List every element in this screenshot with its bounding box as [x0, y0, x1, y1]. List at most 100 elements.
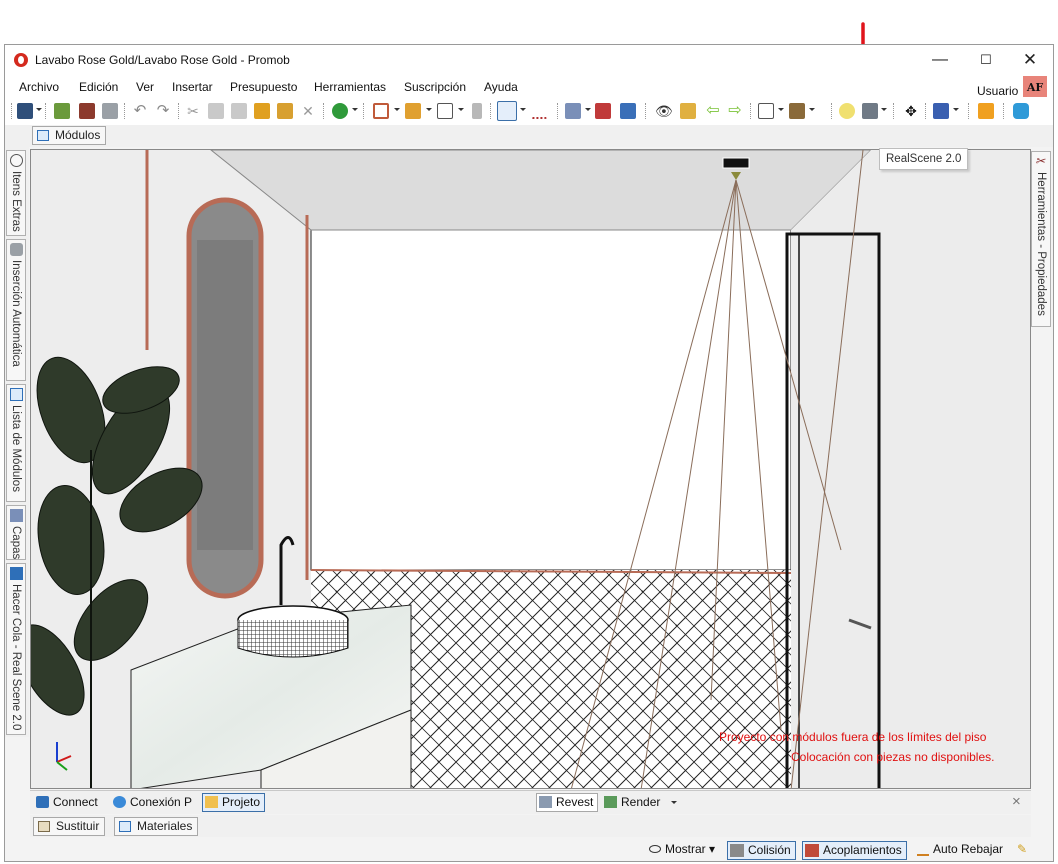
render-dropdown-arrow[interactable] [671, 801, 677, 804]
eye-icon[interactable]: 👁 [655, 103, 673, 119]
status-bar: Mostrar ▾ Colisión Acoplamientos Auto Re… [5, 837, 1053, 861]
tab-herramientas-propiedades[interactable]: ✂ Herramientas - Propiedades [1031, 151, 1051, 327]
view-icon[interactable] [758, 103, 774, 119]
replace-icon [38, 821, 50, 832]
layers-dropdown-arrow[interactable] [585, 108, 591, 111]
print-icon[interactable] [102, 103, 118, 119]
dimension-icon[interactable] [595, 103, 611, 119]
3d-viewport[interactable]: Proyecto con módulos fuera de los límite… [30, 149, 1031, 789]
menu-edicion[interactable]: Edición [79, 80, 118, 94]
toolbar-separator [124, 103, 125, 119]
menu-ayuda[interactable]: Ayuda [484, 80, 518, 94]
palette-icon[interactable] [933, 103, 949, 119]
mostrar-button[interactable]: Mostrar ▾ [649, 841, 715, 860]
menu-presupuesto[interactable]: Presupuesto [230, 80, 297, 94]
redo-icon[interactable]: ↷ [155, 103, 171, 119]
tab-revest[interactable]: Revest [536, 793, 599, 812]
module-list-icon [10, 388, 23, 401]
rotate-icon[interactable] [680, 103, 696, 119]
pencil-icon[interactable]: ✎ [1017, 841, 1027, 860]
avatar[interactable]: AF [1023, 76, 1047, 99]
tab-projeto-label: Projeto [222, 795, 261, 809]
layers-icon[interactable] [565, 103, 581, 119]
save-icon[interactable] [17, 103, 33, 119]
right-dock-rail: ✂ Herramientas - Propiedades [1031, 147, 1053, 397]
shape-icon[interactable] [437, 103, 453, 119]
copy-icon[interactable] [208, 103, 224, 119]
colision-toggle[interactable]: Colisión [727, 841, 796, 860]
realscene-camera-icon[interactable] [862, 103, 878, 119]
promob-logo-icon [14, 53, 28, 67]
undo-icon[interactable]: ↶ [132, 103, 148, 119]
box-icon[interactable] [789, 103, 805, 119]
tab-lista-de-modulos[interactable]: Lista de Módulos [6, 384, 26, 502]
panel-icon[interactable] [472, 103, 482, 119]
box-dropdown-arrow[interactable] [809, 108, 815, 111]
delete-icon[interactable]: ✕ [300, 103, 316, 119]
module-dropdown-arrow[interactable] [394, 108, 400, 111]
close-button[interactable]: ✕ [1007, 45, 1053, 75]
hammer-icon[interactable] [254, 103, 270, 119]
move-icon[interactable]: ✥ [903, 103, 919, 119]
tab-conexion[interactable]: Conexión P [113, 795, 192, 809]
shape-dropdown-arrow[interactable] [458, 108, 464, 111]
collision-icon [730, 844, 744, 857]
render-icon [604, 796, 617, 808]
select-dropdown-arrow[interactable] [520, 108, 526, 111]
menu-insertar[interactable]: Insertar [172, 80, 213, 94]
tab-connect[interactable]: Connect [36, 795, 98, 809]
align-dropdown-arrow[interactable] [426, 108, 432, 111]
save-dropdown-arrow[interactable] [36, 108, 42, 111]
toolbar-separator [831, 103, 832, 119]
tab-sustituir[interactable]: Sustituir [33, 817, 106, 836]
paint-roller-icon[interactable] [277, 103, 293, 119]
tab-lista-de-modulos-label: Lista de Módulos [10, 405, 22, 492]
menu-archivo[interactable]: Archivo [19, 80, 59, 94]
window-title: Lavabo Rose Gold/Lavabo Rose Gold - Prom… [35, 53, 290, 67]
align-icon[interactable] [405, 103, 421, 119]
tab-hacer-cola[interactable]: Hacer Cola - Real Scene 2.0 [6, 563, 26, 735]
measure-icon[interactable] [531, 103, 547, 119]
cut-icon[interactable]: ✂ [185, 103, 201, 119]
tab-capas[interactable]: Capas [6, 505, 26, 560]
minimize-button[interactable]: — [917, 45, 963, 75]
user-icon[interactable] [978, 103, 994, 119]
glasses-icon [649, 845, 661, 853]
tab-materiales[interactable]: Materiales [114, 817, 199, 836]
panel-close-button[interactable]: × [1012, 793, 1021, 810]
menu-herramientas[interactable]: Herramientas [314, 80, 386, 94]
lightbulb-icon[interactable] [839, 103, 855, 119]
menu-suscripcion[interactable]: Suscripción [404, 80, 466, 94]
arrow-right-icon[interactable]: ⇨ [727, 103, 743, 119]
paste-icon[interactable] [231, 103, 247, 119]
realscene-dropdown-arrow[interactable] [881, 108, 887, 111]
user-label[interactable]: Usuario [977, 84, 1018, 98]
budget-icon[interactable] [332, 103, 348, 119]
view-dropdown-arrow[interactable] [778, 108, 784, 111]
tab-itens-extras[interactable]: Itens Extras [6, 150, 26, 236]
auto-rebajar-label: Auto Rebajar [933, 842, 1004, 856]
toolbar-separator [645, 103, 646, 119]
print-setup-icon[interactable] [79, 103, 95, 119]
3d-view-icon[interactable] [620, 103, 636, 119]
bottom-panel-tabs: Connect Conexión P Projeto Revest Render… [30, 790, 1031, 814]
tab-revest-label: Revest [556, 795, 594, 809]
maximize-button[interactable]: ☐ [963, 45, 1009, 75]
select-icon[interactable] [497, 101, 517, 121]
tab-modulos[interactable]: Módulos [32, 126, 107, 145]
tab-render[interactable]: Render [604, 795, 660, 809]
export-icon[interactable] [54, 103, 70, 119]
budget-dropdown-arrow[interactable] [352, 108, 358, 111]
palette-dropdown-arrow[interactable] [953, 108, 959, 111]
mostrar-label: Mostrar [665, 842, 706, 856]
tab-insercion-automatica[interactable]: Inserción Automática [6, 239, 26, 381]
auto-rebajar-button[interactable]: Auto Rebajar [917, 841, 1003, 860]
layers-icon [10, 509, 23, 522]
tab-projeto[interactable]: Projeto [202, 793, 266, 812]
acoplamientos-toggle[interactable]: Acoplamientos [802, 841, 907, 860]
colision-label: Colisión [748, 843, 791, 857]
chat-icon[interactable] [1013, 103, 1029, 119]
menu-ver[interactable]: Ver [136, 80, 154, 94]
module-icon[interactable] [373, 103, 389, 119]
arrow-left-icon[interactable]: ⇦ [705, 103, 721, 119]
